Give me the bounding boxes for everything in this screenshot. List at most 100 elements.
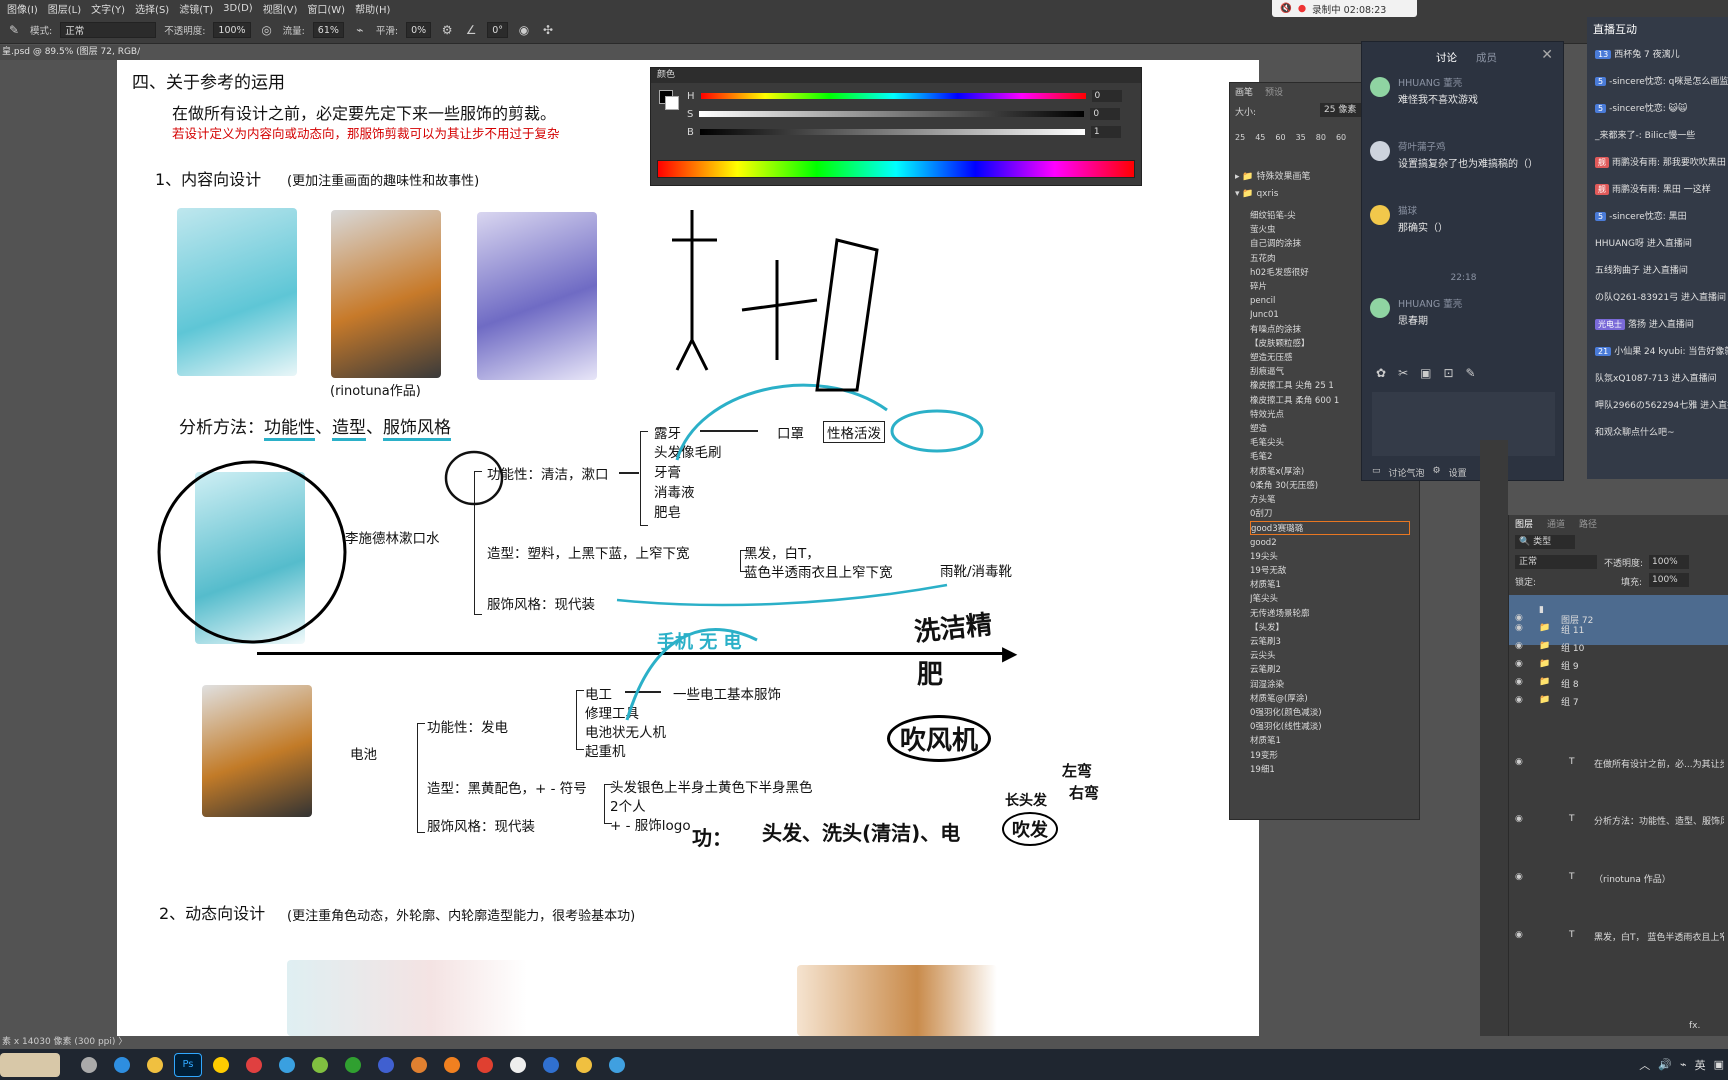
smooth-input[interactable]: 0%	[406, 22, 432, 38]
brush-item[interactable]: good3赛璐璐	[1250, 521, 1410, 536]
brush-group-special[interactable]: ▸ 📁 特殊效果画笔	[1235, 169, 1310, 182]
brush-item[interactable]: 材质笔@(厚涂)	[1250, 692, 1410, 706]
tab-members[interactable]: 成员	[1476, 50, 1497, 65]
brush-item[interactable]: 云笔刷2	[1250, 663, 1410, 677]
mute-icon[interactable]: 🔇	[1280, 3, 1292, 14]
brush-tool-icon[interactable]: ✎	[6, 22, 22, 38]
menu-type[interactable]: 文字(Y)	[86, 1, 130, 16]
menu-view[interactable]: 视图(V)	[258, 1, 303, 16]
brush-item[interactable]: 0强羽化(颜色减淡)	[1250, 706, 1410, 720]
app-icon[interactable]	[405, 1053, 433, 1077]
hue-value[interactable]: 0	[1091, 90, 1122, 102]
visibility-eye-icon[interactable]: ◉	[1515, 659, 1523, 669]
visibility-eye-icon[interactable]: ◉	[1515, 757, 1523, 767]
brush-item[interactable]: 0强羽化(线性减淡)	[1250, 720, 1410, 734]
brush-item[interactable]: 【头发】	[1250, 621, 1410, 635]
network-icon[interactable]: ⌁	[1680, 1058, 1687, 1071]
photoshop-icon[interactable]: Ps	[174, 1052, 202, 1077]
app-icon[interactable]	[570, 1053, 598, 1077]
pressure-opacity-icon[interactable]: ◎	[259, 22, 275, 38]
app-icon[interactable]	[537, 1053, 565, 1077]
brush-item[interactable]: 19细1	[1250, 763, 1410, 777]
app-icon[interactable]	[603, 1053, 631, 1077]
fx-button[interactable]: fx.	[1689, 1021, 1700, 1031]
image-icon[interactable]: ▣	[1420, 366, 1431, 380]
preset-tab[interactable]: 预设	[1265, 85, 1283, 98]
document-canvas[interactable]: 四、关于参考的运用 在做所有设计之前，必定要先定下来一些服饰的剪裁。 若设计定义…	[117, 60, 1259, 1036]
brush-item[interactable]: 19号无敌	[1250, 564, 1410, 578]
brush-item[interactable]: 19变形	[1250, 749, 1410, 763]
brush-item[interactable]: good2	[1250, 536, 1410, 550]
menu-help[interactable]: 帮助(H)	[350, 1, 395, 16]
layer-row[interactable]: ◉ T （rinotuna 作品）	[1509, 870, 1728, 886]
brightness-value[interactable]: 1	[1090, 126, 1121, 138]
blender-icon[interactable]	[438, 1053, 466, 1077]
brush-item[interactable]: 方头笔	[1250, 493, 1410, 507]
menu-layer[interactable]: 图层(L)	[43, 1, 86, 16]
tab-channels[interactable]: 通道	[1547, 517, 1565, 530]
menu-select[interactable]: 选择(S)	[130, 1, 174, 16]
chat-settings-button[interactable]: 设置	[1449, 466, 1467, 479]
brush-preset-1[interactable]: 25	[1235, 133, 1245, 142]
airbrush-icon[interactable]: ⌁	[352, 22, 368, 38]
layer-row[interactable]: ◉ T 在做所有设计之前，必...为其让步	[1509, 755, 1728, 771]
visibility-eye-icon[interactable]: ◉	[1515, 641, 1523, 651]
brush-item[interactable]: J笔尖头	[1250, 592, 1410, 606]
brush-item[interactable]: 材质笔1	[1250, 734, 1410, 748]
brush-item[interactable]: 云尖头	[1250, 649, 1410, 663]
tab-discuss[interactable]: 讨论	[1436, 50, 1457, 65]
tab-layers[interactable]: 图层	[1515, 517, 1533, 530]
tab-paths[interactable]: 路径	[1579, 517, 1597, 530]
folder-icon[interactable]	[141, 1053, 169, 1077]
layer-row[interactable]: ◉ 📁 组 9	[1509, 657, 1728, 673]
brush-item[interactable]: 润湿涂染	[1250, 678, 1410, 692]
visibility-eye-icon[interactable]: ◉	[1515, 930, 1523, 940]
brightness-slider[interactable]	[699, 129, 1085, 135]
task-view-icon[interactable]	[75, 1053, 103, 1077]
user-thumbnail[interactable]	[0, 1052, 60, 1077]
visibility-eye-icon[interactable]: ◉	[1515, 623, 1523, 633]
notification-icon[interactable]: ▣	[1714, 1058, 1724, 1071]
menu-window[interactable]: 窗口(W)	[302, 1, 350, 16]
app-icon[interactable]	[339, 1053, 367, 1077]
layer-row[interactable]: ◉ 📁 组 11	[1509, 621, 1728, 637]
chrome-icon[interactable]	[471, 1053, 499, 1077]
ime-indicator[interactable]: 英	[1695, 1057, 1706, 1073]
menu-filter[interactable]: 滤镜(T)	[174, 1, 218, 16]
visibility-eye-icon[interactable]: ◉	[1515, 872, 1523, 882]
angle-input[interactable]: 0°	[487, 22, 508, 38]
color-spectrum-ramp[interactable]	[657, 160, 1135, 178]
brush-preset-2[interactable]: 45	[1255, 133, 1265, 142]
brush-preset-5[interactable]: 80	[1316, 133, 1326, 142]
gear-icon[interactable]: ⚙	[439, 22, 455, 38]
pressure-size-icon[interactable]: ◉	[516, 22, 532, 38]
saturation-value[interactable]: 0	[1090, 108, 1121, 120]
layer-row[interactable]: ◉ 📁 组 10	[1509, 639, 1728, 655]
visibility-eye-icon[interactable]: ◉	[1515, 677, 1523, 687]
saturation-slider[interactable]	[699, 111, 1085, 117]
app-icon[interactable]	[240, 1053, 268, 1077]
mode-select[interactable]: 正常	[60, 22, 157, 38]
app-icon[interactable]	[273, 1053, 301, 1077]
layer-row[interactable]: ◉ ▮ 图层 72	[1509, 595, 1728, 645]
document-tab[interactable]: 皇.psd @ 89.5% (图层 72, RGB/8) *	[0, 45, 140, 60]
emoji-icon[interactable]: ✿	[1376, 366, 1386, 380]
background-swatch[interactable]	[665, 96, 679, 110]
chat-atmosphere-button[interactable]: 讨论气泡	[1389, 466, 1425, 479]
screenshot-icon[interactable]: ⊡	[1443, 366, 1453, 380]
brush-tab[interactable]: 画笔	[1235, 85, 1253, 98]
qq-icon[interactable]	[207, 1053, 235, 1077]
brush-item[interactable]: 云笔刷3	[1250, 635, 1410, 649]
app-icon[interactable]	[504, 1053, 532, 1077]
app-icon[interactable]	[306, 1053, 334, 1077]
visibility-eye-icon[interactable]: ◉	[1515, 695, 1523, 705]
blend-mode-select[interactable]: 正常	[1515, 555, 1597, 569]
close-icon[interactable]: ✕	[1541, 47, 1553, 63]
edit-icon[interactable]: ✎	[1466, 366, 1476, 380]
visibility-eye-icon[interactable]: ◉	[1515, 814, 1523, 824]
edge-icon[interactable]	[108, 1053, 136, 1077]
menu-3d[interactable]: 3D(D)	[218, 3, 258, 14]
hue-slider[interactable]	[700, 93, 1086, 99]
flow-input[interactable]: 61%	[312, 22, 344, 38]
layer-opacity-input[interactable]: 100%	[1649, 555, 1689, 569]
